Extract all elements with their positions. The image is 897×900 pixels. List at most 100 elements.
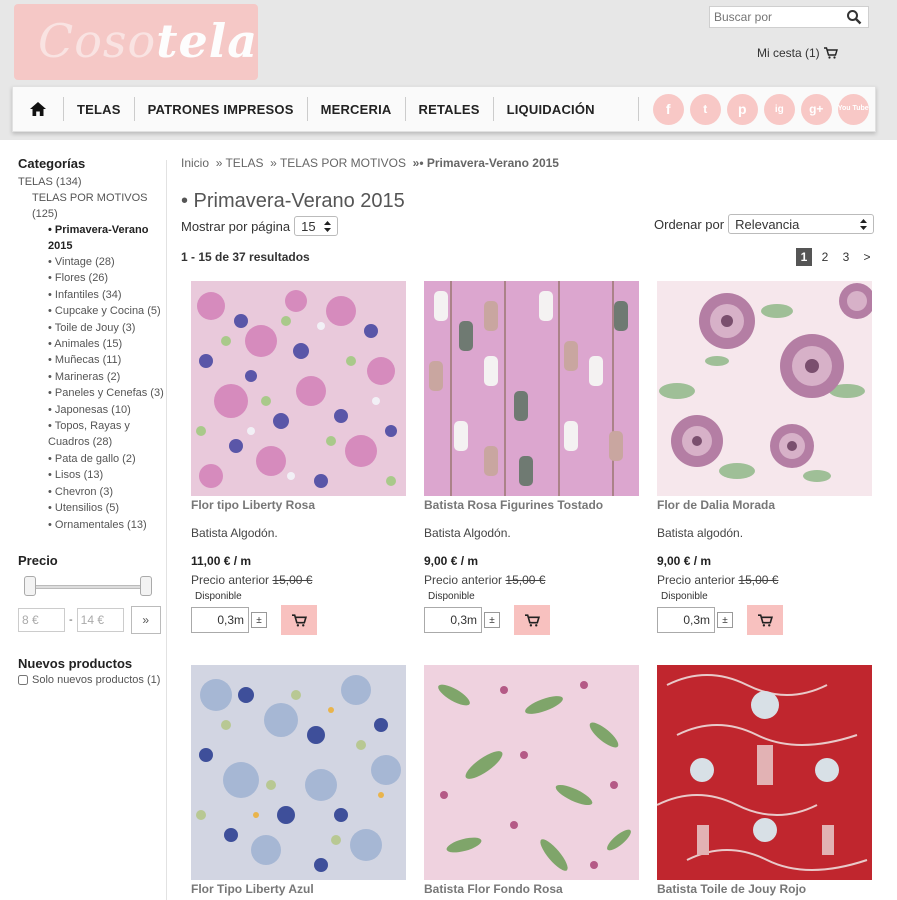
page-2[interactable]: 2	[817, 248, 833, 266]
new-products-filter[interactable]: Solo nuevos productos (1)	[18, 674, 168, 686]
subcategory-item[interactable]: • Ornamentales (13)	[18, 517, 168, 533]
cart-icon	[291, 613, 307, 626]
page-next[interactable]: >	[859, 248, 875, 266]
subcategory-item[interactable]: • Flores (26)	[18, 270, 168, 286]
quantity-stepper[interactable]: ±	[251, 612, 267, 628]
product-image[interactable]	[424, 665, 639, 880]
nav-liquidacion[interactable]: LIQUIDACIÓN	[492, 97, 608, 121]
breadcrumb-current: »• Primavera-Verano 2015	[412, 156, 559, 170]
product-name[interactable]: Flor de Dalia Morada	[657, 498, 872, 512]
subcategory-list: • Vintage (28) • Flores (26) • Infantiles …	[18, 254, 168, 533]
subcategory-item[interactable]: • Japonesas (10)	[18, 402, 168, 418]
youtube-icon[interactable]: You Tube	[837, 93, 869, 125]
product-name[interactable]: Batista Toile de Jouy Rojo	[657, 882, 872, 896]
categories-title: Categorías	[18, 156, 86, 171]
product-old-price: Precio anterior 15,00 €	[191, 573, 406, 587]
quantity-value: 0,3	[683, 613, 700, 627]
product-image[interactable]	[424, 281, 639, 496]
sort-select[interactable]: Relevancia	[728, 214, 875, 234]
price-slider-min-handle[interactable]	[24, 575, 36, 596]
product-image[interactable]	[191, 281, 406, 496]
per-page-select[interactable]: 15	[294, 216, 339, 236]
site-logo[interactable]: Cosotela	[14, 4, 258, 80]
new-products-title: Nuevos productos	[18, 655, 133, 671]
sort-label: Ordenar por	[654, 216, 725, 232]
nav-telas[interactable]: TELAS	[63, 97, 134, 121]
quantity-input[interactable]: 0,3 m	[424, 607, 482, 633]
price-min-input[interactable]	[18, 607, 65, 632]
stock-status: Disponible	[195, 591, 242, 602]
subcategory-item[interactable]: • Paneles y Cenefas (3)	[18, 385, 168, 401]
stock-status: Disponible	[428, 591, 475, 602]
pinterest-icon[interactable]: p	[726, 93, 758, 125]
price-apply-button[interactable]: »	[130, 605, 161, 634]
price-filter-title: Precio	[18, 552, 58, 568]
old-price-label: Precio anterior	[657, 573, 736, 587]
quantity-unit: m	[467, 613, 477, 627]
subcategory-item[interactable]: • Pata de gallo (2)	[18, 451, 168, 467]
price-inputs: - »	[18, 605, 168, 634]
subcategory-item[interactable]: • Infantiles (34)	[18, 287, 168, 303]
fabric-pattern-dahlia	[657, 281, 872, 496]
subcategory-item[interactable]: • Marineras (2)	[18, 369, 168, 385]
page-1[interactable]: 1	[796, 248, 812, 266]
nav-merceria[interactable]: MERCERIA	[306, 97, 405, 121]
old-price-label: Precio anterior	[191, 573, 270, 587]
subcategory-item[interactable]: • Topos, Rayas y Cuadros (28)	[18, 418, 168, 451]
page-title: • Primavera-Verano 2015	[181, 190, 405, 212]
product-image[interactable]	[657, 665, 872, 880]
search-input[interactable]	[710, 7, 838, 27]
subcategory-item[interactable]: • Cupcake y Cocina (5)	[18, 303, 168, 319]
add-to-cart-button[interactable]	[281, 605, 317, 635]
category-telas[interactable]: TELAS (134)	[18, 174, 168, 190]
price-slider[interactable]	[18, 575, 158, 598]
page-3[interactable]: 3	[838, 248, 854, 266]
product-image[interactable]	[657, 281, 872, 496]
twitter-icon[interactable]: t	[689, 93, 721, 125]
product-name[interactable]: Batista Flor Fondo Rosa	[424, 882, 639, 896]
product-price: 11,00 € / m	[191, 554, 252, 568]
subcategory-item[interactable]: • Vintage (28)	[18, 254, 168, 270]
home-button[interactable]	[13, 86, 63, 132]
category-active[interactable]: • Primavera-Verano 2015	[18, 222, 168, 254]
facebook-icon[interactable]: f	[652, 93, 684, 125]
add-to-cart-button[interactable]	[514, 605, 550, 635]
search-box	[709, 6, 869, 28]
breadcrumb-telas[interactable]: » TELAS	[216, 156, 264, 170]
instagram-icon[interactable]: ig	[763, 93, 795, 125]
quantity-input[interactable]: 0,3 m	[657, 607, 715, 633]
product-name[interactable]: Batista Rosa Figurines Tostado	[424, 498, 639, 512]
price-slider-max-handle[interactable]	[140, 575, 152, 596]
product-name[interactable]: Flor tipo Liberty Rosa	[191, 498, 406, 512]
subcategory-item[interactable]: • Lisos (13)	[18, 467, 168, 483]
nav-retales[interactable]: RETALES	[404, 97, 493, 121]
subcategory-item[interactable]: • Muñecas (11)	[18, 352, 168, 368]
fabric-pattern-pink-leaves	[424, 665, 639, 880]
add-to-cart-button[interactable]	[747, 605, 783, 635]
breadcrumb-telas-por-motivos[interactable]: » TELAS POR MOTIVOS	[270, 156, 406, 170]
quantity-input[interactable]: 0,3 m	[191, 607, 249, 633]
category-telas-por-motivos[interactable]: TELAS POR MOTIVOS (125)	[18, 190, 168, 222]
quantity-stepper[interactable]: ±	[717, 612, 733, 628]
subcategory-item[interactable]: • Toile de Jouy (3)	[18, 320, 168, 336]
subcategory-item[interactable]: • Chevron (3)	[18, 484, 168, 500]
quantity-stepper[interactable]: ±	[484, 612, 500, 628]
nav-patrones-impresos[interactable]: PATRONES IMPRESOS	[133, 97, 307, 121]
product-name[interactable]: Flor Tipo Liberty Azul	[191, 882, 406, 896]
old-price-label: Precio anterior	[424, 573, 503, 587]
subcategory-item[interactable]: • Utensilios (5)	[18, 500, 168, 516]
search-icon[interactable]	[846, 9, 862, 25]
cart-link[interactable]: Mi cesta (1)	[757, 46, 838, 60]
product-card: Batista Toile de Jouy Rojo	[657, 665, 872, 896]
logo-text-part1: Coso	[38, 14, 157, 68]
subcategory-item[interactable]: • Animales (15)	[18, 336, 168, 352]
product-image[interactable]	[191, 665, 406, 880]
quantity-unit: m	[700, 613, 710, 627]
google-plus-icon[interactable]: g+	[800, 93, 832, 125]
breadcrumb-home[interactable]: Inicio	[181, 156, 209, 170]
price-max-input[interactable]	[76, 607, 124, 632]
quantity-value: 0,3	[217, 613, 234, 627]
per-page-control: Mostrar por página 15	[181, 216, 339, 236]
product-old-price: Precio anterior 15,00 €	[657, 573, 872, 587]
new-products-checkbox[interactable]	[18, 674, 28, 685]
